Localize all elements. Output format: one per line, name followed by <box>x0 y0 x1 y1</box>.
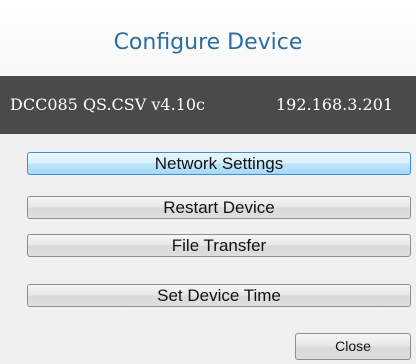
configure-device-dialog: Configure Device DCC085 QS.CSV v4.10c 19… <box>0 0 416 364</box>
dialog-title: Configure Device <box>113 30 303 55</box>
file-transfer-button[interactable]: File Transfer <box>27 234 411 257</box>
device-ip-address: 192.168.3.201 <box>276 95 394 114</box>
dialog-header: Configure Device <box>0 0 416 76</box>
device-info-bar: DCC085 QS.CSV v4.10c 192.168.3.201 <box>0 76 416 134</box>
device-name: DCC085 QS.CSV v4.10c <box>10 95 205 114</box>
restart-device-button[interactable]: Restart Device <box>27 196 411 219</box>
network-settings-button[interactable]: Network Settings <box>27 152 411 175</box>
close-button[interactable]: Close <box>295 333 411 360</box>
set-device-time-button[interactable]: Set Device Time <box>27 284 411 307</box>
